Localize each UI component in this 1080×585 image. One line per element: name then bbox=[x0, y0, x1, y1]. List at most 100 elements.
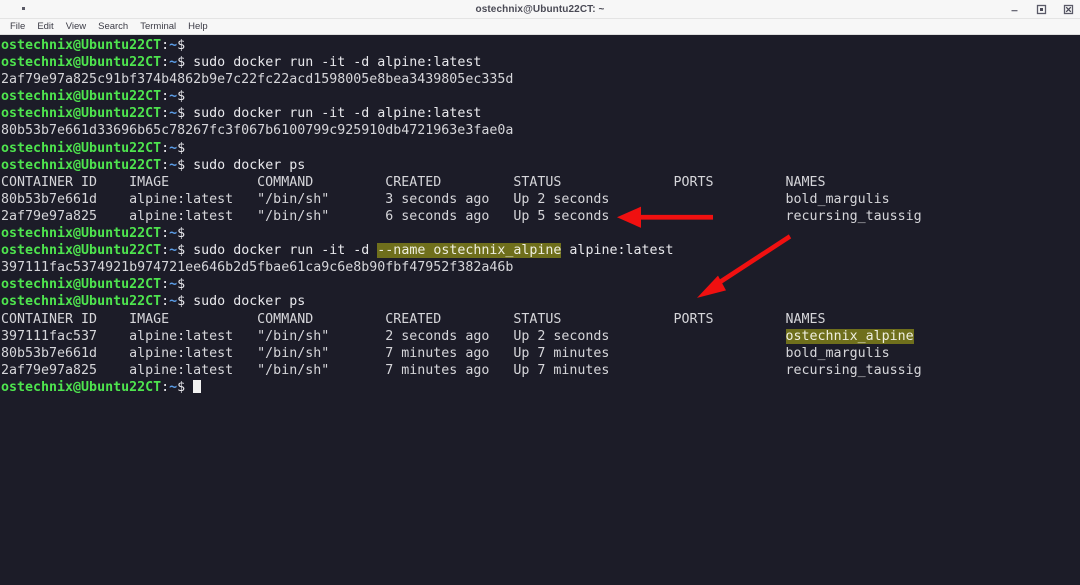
command-text: sudo docker run -it -d alpine:latest bbox=[185, 55, 481, 70]
prompt-colon: : bbox=[161, 38, 169, 53]
close-icon[interactable] bbox=[1063, 4, 1074, 15]
row-text: 2af79e97a825 alpine:latest "/bin/sh" 7 m… bbox=[1, 363, 922, 378]
prompt-colon: : bbox=[161, 55, 169, 70]
output-container-id-1: 2af79e97a825c91bf374b4862b9e7c22fc22acd1… bbox=[1, 71, 1080, 88]
prompt-line-empty-3: ostechnix@Ubuntu22CT:~$ bbox=[1, 140, 1080, 157]
command-text-prefix: sudo docker run -it -d bbox=[185, 243, 377, 258]
menu-item-edit[interactable]: Edit bbox=[31, 19, 59, 34]
terminal-window: ostechnix@Ubuntu22CT: ~ F bbox=[0, 0, 1080, 585]
prompt-user-host: ostechnix@Ubuntu22CT bbox=[1, 226, 161, 241]
command-text: sudo docker ps bbox=[185, 158, 305, 173]
menu-item-search[interactable]: Search bbox=[92, 19, 134, 34]
prompt-colon: : bbox=[161, 106, 169, 121]
names-cell-highlighted: ostechnix_alpine bbox=[786, 329, 914, 344]
prompt-path: ~ bbox=[169, 141, 177, 156]
prompt-colon: : bbox=[161, 158, 169, 173]
window-titlebar: ostechnix@Ubuntu22CT: ~ bbox=[0, 0, 1080, 19]
name-flag-highlighted: --name ostechnix_alpine bbox=[377, 243, 561, 258]
prompt-user-host: ostechnix@Ubuntu22CT bbox=[1, 294, 161, 309]
prompt-colon: : bbox=[161, 226, 169, 241]
command-text-suffix: alpine:latest bbox=[561, 243, 673, 258]
prompt-colon: : bbox=[161, 380, 169, 395]
prompt-line-empty-4: ostechnix@Ubuntu22CT:~$ bbox=[1, 225, 1080, 242]
row-text: CONTAINER ID IMAGE COMMAND CREATED STATU… bbox=[1, 312, 826, 327]
prompt-user-host: ostechnix@Ubuntu22CT bbox=[1, 55, 161, 70]
prompt-line-active: ostechnix@Ubuntu22CT:~$ bbox=[1, 379, 1080, 396]
prompt-path: ~ bbox=[169, 106, 177, 121]
prompt-user-host: ostechnix@Ubuntu22CT bbox=[1, 89, 161, 104]
output-container-id-2: 80b53b7e661d33696b65c78267fc3f067b610079… bbox=[1, 122, 1080, 139]
prompt-path: ~ bbox=[169, 380, 177, 395]
output-container-id-3-text: 397111fac5374921b974721ee646b2d5fbae61ca… bbox=[1, 260, 513, 275]
text-cursor bbox=[193, 380, 201, 394]
row-text: 80b53b7e661d alpine:latest "/bin/sh" 7 m… bbox=[1, 346, 890, 361]
prompt-sigil: $ bbox=[177, 38, 185, 53]
prompt-sigil: $ bbox=[177, 141, 185, 156]
prompt-sigil: $ bbox=[177, 380, 185, 395]
prompt-path: ~ bbox=[169, 294, 177, 309]
ps-table-2-row: 80b53b7e661d alpine:latest "/bin/sh" 7 m… bbox=[1, 345, 1080, 362]
menu-item-help[interactable]: Help bbox=[182, 19, 214, 34]
prompt-path: ~ bbox=[169, 158, 177, 173]
prompt-line-empty-1: ostechnix@Ubuntu22CT:~$ bbox=[1, 37, 1080, 54]
prompt-sigil: $ bbox=[177, 294, 185, 309]
prompt-user-host: ostechnix@Ubuntu22CT bbox=[1, 38, 161, 53]
prompt-user-host: ostechnix@Ubuntu22CT bbox=[1, 158, 161, 173]
menu-item-file[interactable]: File bbox=[4, 19, 31, 34]
prompt-user-host: ostechnix@Ubuntu22CT bbox=[1, 380, 161, 395]
ps-table-2-row: 2af79e97a825 alpine:latest "/bin/sh" 7 m… bbox=[1, 362, 1080, 379]
menu-item-view[interactable]: View bbox=[60, 19, 92, 34]
minimize-icon[interactable] bbox=[1009, 4, 1020, 15]
prompt-space bbox=[185, 380, 193, 395]
prompt-sigil: $ bbox=[177, 158, 185, 173]
prompt-colon: : bbox=[161, 89, 169, 104]
ps-table-1-row: 2af79e97a825 alpine:latest "/bin/sh" 6 s… bbox=[1, 208, 1080, 225]
menu-item-terminal[interactable]: Terminal bbox=[134, 19, 182, 34]
window-title: ostechnix@Ubuntu22CT: ~ bbox=[0, 4, 1080, 15]
prompt-user-host: ostechnix@Ubuntu22CT bbox=[1, 277, 161, 292]
row-text: 80b53b7e661d alpine:latest "/bin/sh" 3 s… bbox=[1, 192, 890, 207]
window-controls bbox=[1009, 0, 1074, 18]
prompt-line-empty-2: ostechnix@Ubuntu22CT:~$ bbox=[1, 88, 1080, 105]
prompt-sigil: $ bbox=[177, 106, 185, 121]
prompt-colon: : bbox=[161, 277, 169, 292]
command-line-docker-ps-1: ostechnix@Ubuntu22CT:~$ sudo docker ps bbox=[1, 157, 1080, 174]
prompt-line-empty-5: ostechnix@Ubuntu22CT:~$ bbox=[1, 276, 1080, 293]
terminal-output: ostechnix@Ubuntu22CT:~$ostechnix@Ubuntu2… bbox=[1, 37, 1080, 396]
prompt-user-host: ostechnix@Ubuntu22CT bbox=[1, 243, 161, 258]
prompt-path: ~ bbox=[169, 226, 177, 241]
prompt-path: ~ bbox=[169, 38, 177, 53]
prompt-user-host: ostechnix@Ubuntu22CT bbox=[1, 106, 161, 121]
command-line-docker-ps-2: ostechnix@Ubuntu22CT:~$ sudo docker ps bbox=[1, 293, 1080, 310]
prompt-sigil: $ bbox=[177, 89, 185, 104]
command-text: sudo docker run -it -d alpine:latest bbox=[185, 106, 481, 121]
ps-table-1-header-row: CONTAINER ID IMAGE COMMAND CREATED STATU… bbox=[1, 174, 1080, 191]
ps-table-2-header-row: CONTAINER ID IMAGE COMMAND CREATED STATU… bbox=[1, 311, 1080, 328]
prompt-path: ~ bbox=[169, 277, 177, 292]
prompt-path: ~ bbox=[169, 243, 177, 258]
row-text: CONTAINER ID IMAGE COMMAND CREATED STATU… bbox=[1, 175, 826, 190]
prompt-colon: : bbox=[161, 294, 169, 309]
output-container-id-2-text: 80b53b7e661d33696b65c78267fc3f067b610079… bbox=[1, 123, 513, 138]
prompt-sigil: $ bbox=[177, 277, 185, 292]
row-text: 2af79e97a825 alpine:latest "/bin/sh" 6 s… bbox=[1, 209, 922, 224]
output-container-id-3: 397111fac5374921b974721ee646b2d5fbae61ca… bbox=[1, 259, 1080, 276]
command-line-docker-run-named: ostechnix@Ubuntu22CT:~$ sudo docker run … bbox=[1, 242, 1080, 259]
output-container-id-1-text: 2af79e97a825c91bf374b4862b9e7c22fc22acd1… bbox=[1, 72, 513, 87]
command-text: sudo docker ps bbox=[185, 294, 305, 309]
menu-bar: File Edit View Search Terminal Help bbox=[0, 19, 1080, 35]
maximize-icon[interactable] bbox=[1036, 4, 1047, 15]
prompt-colon: : bbox=[161, 141, 169, 156]
prompt-user-host: ostechnix@Ubuntu22CT bbox=[1, 141, 161, 156]
command-line-docker-run-2: ostechnix@Ubuntu22CT:~$ sudo docker run … bbox=[1, 105, 1080, 122]
ps-table-2-row: 397111fac537 alpine:latest "/bin/sh" 2 s… bbox=[1, 328, 1080, 345]
terminal-screen[interactable]: ostechnix@Ubuntu22CT:~$ostechnix@Ubuntu2… bbox=[0, 35, 1080, 585]
prompt-path: ~ bbox=[169, 89, 177, 104]
prompt-sigil: $ bbox=[177, 55, 185, 70]
prompt-path: ~ bbox=[169, 55, 177, 70]
ps-table-1-row: 80b53b7e661d alpine:latest "/bin/sh" 3 s… bbox=[1, 191, 1080, 208]
prompt-colon: : bbox=[161, 243, 169, 258]
prompt-sigil: $ bbox=[177, 226, 185, 241]
prompt-sigil: $ bbox=[177, 243, 185, 258]
cell-spacer: 397111fac537 alpine:latest "/bin/sh" 2 s… bbox=[1, 329, 786, 344]
